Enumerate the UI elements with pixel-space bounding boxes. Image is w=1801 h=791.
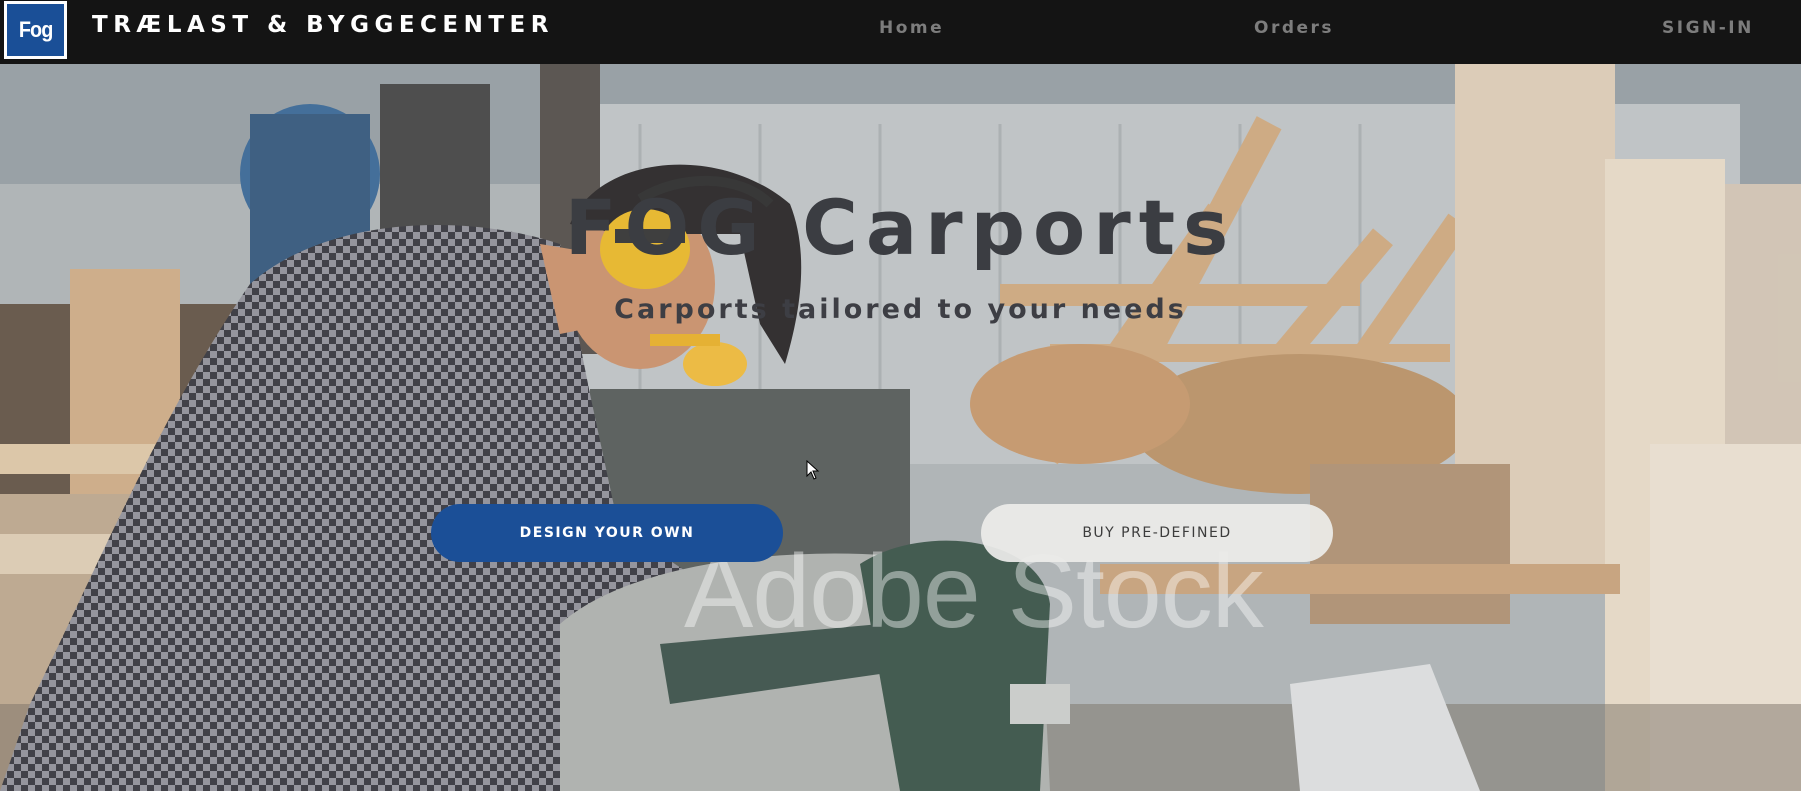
- fog-logo[interactable]: Fog: [4, 1, 67, 59]
- navbar: Fog TRÆLAST & BYGGECENTER Home Orders SI…: [0, 0, 1801, 64]
- brand-name: TRÆLAST & BYGGECENTER: [92, 12, 554, 38]
- buy-pre-defined-button[interactable]: BUY PRE-DEFINED: [981, 504, 1333, 562]
- nav-link-home[interactable]: Home: [879, 18, 944, 38]
- nav-link-orders[interactable]: Orders: [1254, 18, 1334, 38]
- hero-title: FOG Carports: [564, 183, 1237, 272]
- nav-link-sign-in[interactable]: SIGN-IN: [1662, 18, 1754, 38]
- hero-overlay: [0, 64, 1801, 791]
- design-your-own-button[interactable]: DESIGN YOUR OWN: [431, 504, 783, 562]
- hero-subtitle: Carports tailored to your needs: [614, 294, 1187, 325]
- mouse-cursor-icon: [806, 460, 820, 480]
- logo-text: Fog: [18, 17, 54, 42]
- hero-section: Adobe Stock FOG Carports Carports tailor…: [0, 64, 1801, 791]
